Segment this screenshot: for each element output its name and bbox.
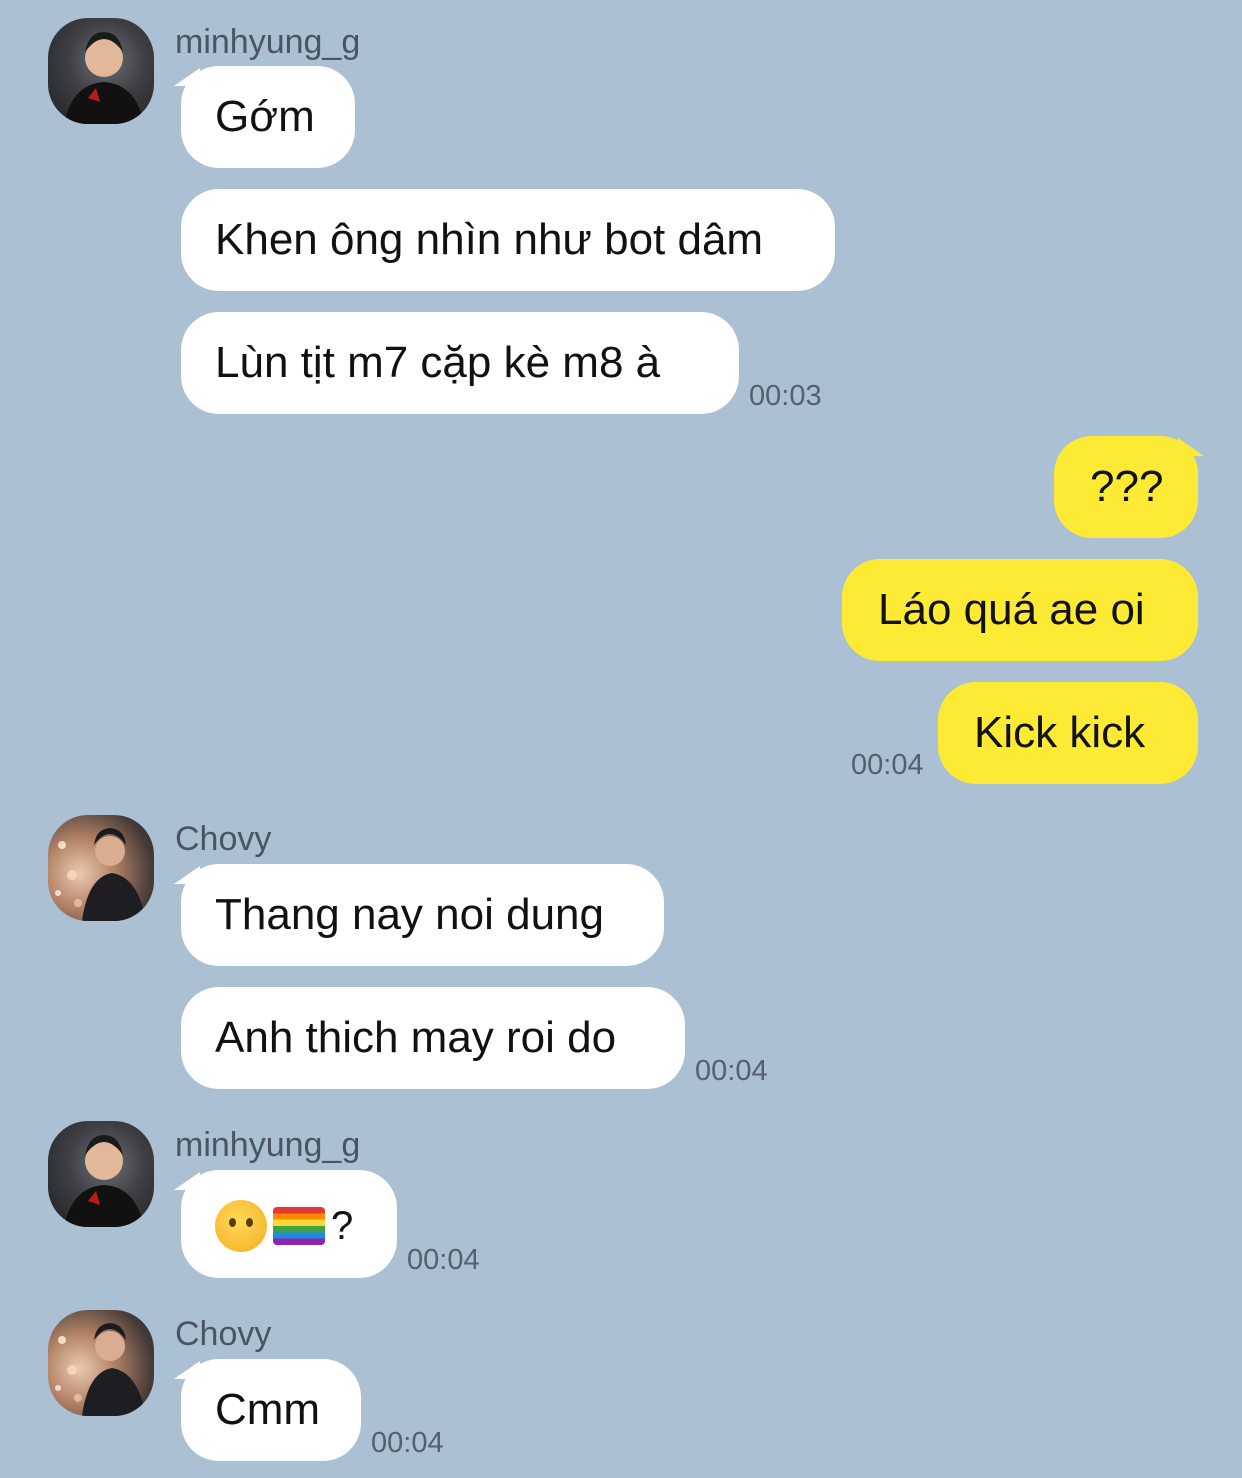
message-bubble[interactable]: Khen ông nhìn như bot dâm [181, 189, 835, 291]
rainbow-flag-icon [273, 1207, 325, 1246]
avatar-chovy[interactable] [48, 1310, 154, 1416]
message-timestamp: 00:03 [749, 380, 822, 412]
person-avatar-icon [55, 828, 146, 921]
avatar-minhyung-g[interactable] [48, 18, 154, 124]
message-timestamp: 00:04 [371, 1427, 444, 1459]
person-avatar-icon [64, 1135, 144, 1227]
message-bubble[interactable]: Lùn tịt m7 cặp kè m8 à [181, 312, 739, 414]
message-text: ? [331, 1204, 354, 1249]
person-avatar-icon [64, 32, 144, 124]
sender-name: Chovy [175, 1315, 272, 1353]
message-bubble-emoji[interactable]: ? [181, 1170, 397, 1278]
raised-eyebrow-face-icon [215, 1200, 267, 1253]
person-avatar-icon [55, 1323, 146, 1416]
sender-name: Chovy [175, 820, 272, 858]
avatar-minhyung-g[interactable] [48, 1121, 154, 1227]
message-bubble[interactable]: Anh thich may roi do [181, 987, 685, 1089]
message-bubble-outgoing[interactable]: ??? [1054, 436, 1198, 538]
message-bubble-outgoing[interactable]: Láo quá ae oi [842, 559, 1198, 661]
message-timestamp: 00:04 [851, 749, 924, 781]
chat-view: minhyung_g Gớm Khen ông nhìn như bot dâm… [0, 0, 1242, 1478]
message-bubble[interactable]: Cmm [181, 1359, 361, 1461]
message-bubble-outgoing[interactable]: Kick kick [938, 682, 1198, 784]
message-bubble[interactable]: Thang nay noi dung [181, 864, 664, 966]
message-timestamp: 00:04 [695, 1055, 768, 1087]
sender-name: minhyung_g [175, 1126, 361, 1164]
message-bubble[interactable]: Gớm [181, 66, 355, 168]
sender-name: minhyung_g [175, 23, 361, 61]
avatar-chovy[interactable] [48, 815, 154, 921]
message-timestamp: 00:04 [407, 1244, 480, 1276]
